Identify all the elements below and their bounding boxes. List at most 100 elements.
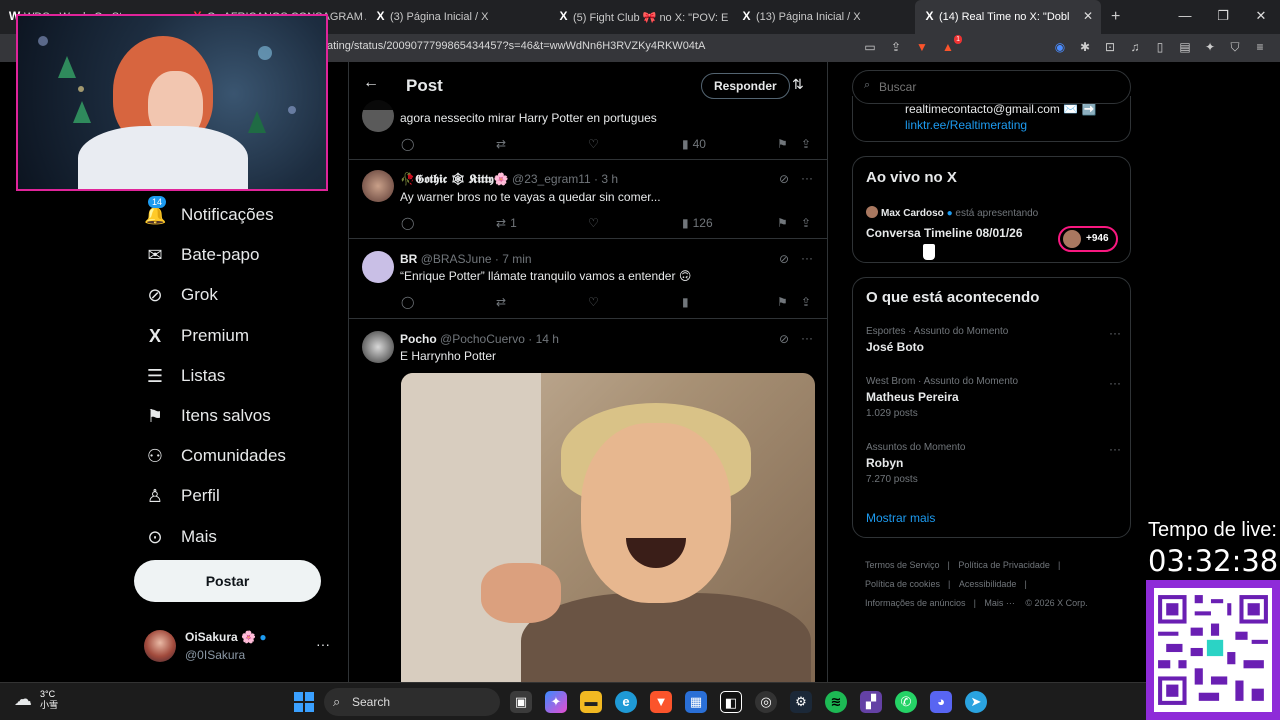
trend-item[interactable]: Assuntos do Momento Robyn 7.270 posts ··… bbox=[866, 442, 1121, 485]
brave-rewards-icon[interactable]: ▲ 1 bbox=[940, 35, 962, 55]
weather-snow-icon[interactable]: ☁ bbox=[14, 689, 32, 710]
store-icon[interactable]: ▦ bbox=[685, 691, 707, 713]
more-options-icon[interactable]: ··· bbox=[1109, 326, 1121, 340]
screenshot-icon[interactable]: ⊡ bbox=[1102, 39, 1118, 55]
sidebar-icon[interactable]: ▯ bbox=[1152, 39, 1168, 55]
sidebar-item-chat[interactable]: ✉ Bate-papo bbox=[134, 235, 334, 275]
grok-icon[interactable]: ⊘ bbox=[779, 252, 789, 266]
tweet-media-image[interactable] bbox=[401, 373, 815, 682]
search-input[interactable] bbox=[852, 70, 1131, 104]
browser-tab-x-home-3[interactable]: X (3) Página Inicial / X bbox=[366, 0, 549, 34]
more-options-icon[interactable]: ··· bbox=[801, 171, 813, 185]
grok-icon[interactable]: ⊘ bbox=[779, 172, 789, 186]
more-options-icon[interactable]: ··· bbox=[316, 636, 330, 652]
sidebar-item-premium[interactable]: X Premium bbox=[134, 316, 334, 356]
listener-count[interactable]: +946 bbox=[1058, 226, 1118, 252]
trend-item[interactable]: Esportes · Assunto do Momento José Boto … bbox=[866, 326, 1121, 354]
footer-link[interactable]: Política de Privacidade bbox=[958, 560, 1050, 570]
sidebar-item-notifications[interactable]: 🔔 14 Notificações bbox=[134, 195, 334, 235]
edge-icon[interactable]: e bbox=[615, 691, 637, 713]
post-button[interactable]: Postar bbox=[134, 560, 321, 602]
start-button[interactable] bbox=[294, 692, 314, 712]
footer-link[interactable]: Termos de Serviço bbox=[865, 560, 940, 570]
sliders-icon[interactable]: ⇅ bbox=[792, 76, 804, 93]
extensions-icon[interactable]: ✱ bbox=[1077, 39, 1093, 55]
bookmark-icon[interactable]: ⚑ bbox=[777, 295, 788, 309]
like-icon[interactable]: ♡ bbox=[588, 137, 599, 151]
bookmark-icon[interactable]: ⚑ bbox=[777, 137, 788, 151]
file-explorer-icon[interactable]: ▬ bbox=[580, 691, 602, 713]
minimize-icon[interactable]: — bbox=[1166, 0, 1204, 34]
reply-icon[interactable]: ◯ bbox=[401, 137, 414, 151]
taskbar-search[interactable]: ⌕ Search bbox=[324, 688, 500, 716]
share-icon[interactable]: ⇪ bbox=[888, 39, 904, 55]
browser-tab-fight-club[interactable]: X (5) Fight Club 🎀 no X: "POV: E bbox=[549, 0, 732, 34]
sidebar-item-communities[interactable]: ⚇ Comunidades bbox=[134, 436, 334, 476]
reply-tweet[interactable]: 🥀𝕲𝖔𝖙𝖍𝖎𝖈 🕸 𝕶𝖎𝖙𝖙𝖞🌸 @23_egram11 · 3 h Ay wa… bbox=[349, 160, 827, 239]
weather-widget[interactable]: 3°C 小雪 bbox=[40, 689, 58, 711]
share-icon[interactable]: ⇪ bbox=[801, 137, 811, 151]
steam-icon[interactable]: ⚙ bbox=[790, 691, 812, 713]
wallet-icon[interactable]: ▤ bbox=[1177, 39, 1193, 55]
spotify-icon[interactable]: ≋ bbox=[825, 691, 847, 713]
new-tab-button[interactable]: + bbox=[1111, 8, 1120, 26]
restore-icon[interactable]: ❐ bbox=[1204, 0, 1242, 34]
retweet-icon[interactable]: ⇄ bbox=[496, 295, 506, 309]
obs-icon[interactable]: ◎ bbox=[755, 691, 777, 713]
share-icon[interactable]: ⇪ bbox=[801, 216, 811, 230]
leo-ai-icon[interactable]: ✦ bbox=[1202, 39, 1218, 55]
like-icon[interactable]: ♡ bbox=[588, 295, 599, 309]
cast-icon[interactable]: ▭ bbox=[862, 39, 878, 55]
footer-link[interactable]: Política de cookies bbox=[865, 579, 940, 589]
bookmark-icon[interactable]: ⚑ bbox=[777, 216, 788, 230]
footer-link[interactable]: Informações de anúncios bbox=[865, 598, 966, 608]
twitch-icon[interactable]: ▞ bbox=[860, 691, 882, 713]
sidebar-item-profile[interactable]: ♙ Perfil bbox=[134, 476, 334, 516]
more-options-icon[interactable]: ··· bbox=[801, 251, 813, 265]
more-options-icon[interactable]: ··· bbox=[801, 331, 813, 345]
reply-icon[interactable]: ◯ bbox=[401, 216, 414, 230]
views-icon[interactable]: ▮ 126 bbox=[682, 216, 713, 230]
close-tab-icon[interactable]: ✕ bbox=[1083, 9, 1093, 23]
more-options-icon[interactable]: ··· bbox=[1109, 376, 1121, 390]
menu-icon[interactable]: ≡ bbox=[1252, 39, 1268, 55]
footer-link[interactable]: Acessibilidade bbox=[959, 579, 1017, 589]
browser-tab-real-time[interactable]: X (14) Real Time no X: "Doble b ✕ bbox=[915, 0, 1101, 34]
back-arrow-icon[interactable]: ← bbox=[363, 74, 379, 92]
footer-link[interactable]: Mais ··· bbox=[984, 598, 1015, 608]
task-view-icon[interactable]: ▣ bbox=[510, 691, 532, 713]
share-icon[interactable]: ⇪ bbox=[801, 295, 811, 309]
copilot-icon[interactable]: ✦ bbox=[545, 691, 567, 713]
browser-tab-x-home-13[interactable]: X (13) Página Inicial / X bbox=[732, 0, 915, 34]
show-more-link[interactable]: Mostrar mais bbox=[866, 511, 935, 525]
trend-item[interactable]: West Brom · Assunto do Momento Matheus P… bbox=[866, 376, 1121, 419]
reply-icon[interactable]: ◯ bbox=[401, 295, 414, 309]
retweet-icon[interactable]: ⇄ bbox=[496, 137, 506, 151]
wallet-signal-icon[interactable]: ◉ bbox=[1052, 39, 1068, 55]
retweet-icon[interactable]: ⇄ 1 bbox=[496, 216, 517, 230]
views-icon[interactable]: ▮ bbox=[682, 295, 689, 309]
sidebar-item-more[interactable]: ⊙ Mais bbox=[134, 517, 334, 557]
account-switcher[interactable]: OiSakura 🌸 ● @0ISakura ··· bbox=[144, 628, 334, 664]
vpn-icon[interactable]: ⛉ bbox=[1227, 39, 1243, 55]
brave-browser-icon[interactable]: ▼ bbox=[650, 691, 672, 713]
sidebar-item-grok[interactable]: ⊘ Grok bbox=[134, 275, 334, 315]
reply-button[interactable]: Responder bbox=[701, 73, 790, 99]
close-window-icon[interactable]: ✕ bbox=[1242, 0, 1280, 34]
reply-tweet[interactable]: BR @BRASJune · 7 min “Enrique Potter” ll… bbox=[349, 239, 827, 319]
sidebar-item-lists[interactable]: ☰ Listas bbox=[134, 356, 334, 396]
whatsapp-icon[interactable]: ✆ bbox=[895, 691, 917, 713]
like-icon[interactable]: ♡ bbox=[588, 216, 599, 230]
capcut-icon[interactable]: ◧ bbox=[720, 691, 742, 713]
telegram-icon[interactable]: ➤ bbox=[965, 691, 987, 713]
url-text[interactable]: ating/status/2009077799865434457?s=46&t=… bbox=[327, 40, 705, 52]
grok-icon[interactable]: ⊘ bbox=[779, 332, 789, 346]
music-icon[interactable]: ♫ bbox=[1127, 39, 1143, 55]
views-icon[interactable]: ▮ 40 bbox=[682, 137, 706, 151]
contact-link[interactable]: linktr.ee/Realtimerating bbox=[905, 118, 1027, 132]
sidebar-item-bookmarks[interactable]: ⚑ Itens salvos bbox=[134, 396, 334, 436]
brave-shield-icon[interactable]: ▼ bbox=[914, 39, 930, 55]
more-options-icon[interactable]: ··· bbox=[1109, 442, 1121, 456]
discord-icon[interactable]: ◕ bbox=[930, 691, 952, 713]
space-title[interactable]: Conversa Timeline 08/01/26 bbox=[866, 226, 1023, 240]
